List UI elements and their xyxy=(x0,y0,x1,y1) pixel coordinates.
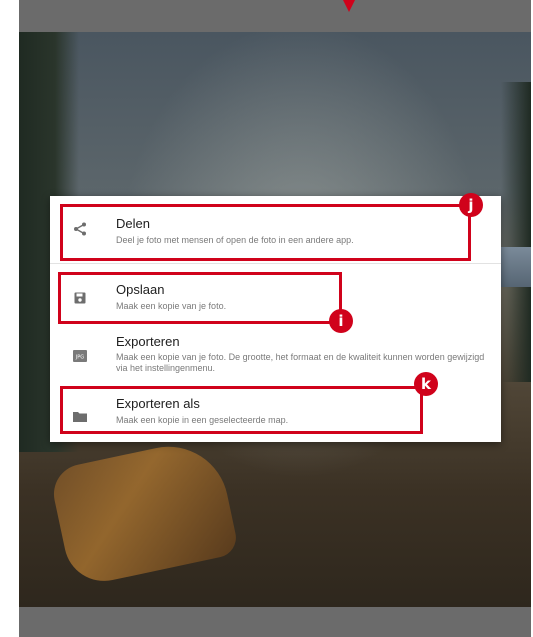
pointer-marker xyxy=(343,0,355,12)
menu-item-description: Maak een kopie van je foto. De grootte, … xyxy=(116,352,485,373)
menu-item-title: Exporteren xyxy=(116,334,180,349)
svg-text:JPG: JPG xyxy=(75,355,84,361)
menu-item-description: Deel je foto met mensen of open de foto … xyxy=(116,235,354,245)
share-icon xyxy=(72,221,88,237)
jpg-file-icon: JPG xyxy=(72,348,88,364)
menu-item-title: Delen xyxy=(116,216,150,231)
save-icon xyxy=(72,290,88,306)
menu-item-title: Opslaan xyxy=(116,282,165,297)
menu-item-delen[interactable]: Delen Deel je foto met mensen of open de… xyxy=(50,196,501,263)
annotation-badge-i: i xyxy=(329,309,353,333)
menu-item-opslaan[interactable]: Opslaan Maak een kopie van je foto. xyxy=(50,264,501,320)
annotation-badge-k: k xyxy=(414,372,438,396)
folder-icon xyxy=(72,408,88,424)
share-save-menu: Delen Deel je foto met mensen of open de… xyxy=(50,196,501,442)
top-bar xyxy=(19,0,531,32)
menu-item-title: Exporteren als xyxy=(116,396,200,411)
bottom-bar xyxy=(19,607,531,637)
menu-item-description: Maak een kopie van je foto. xyxy=(116,301,227,311)
menu-item-exporteren[interactable]: JPG Exporteren Maak een kopie van je fot… xyxy=(50,320,501,380)
annotation-badge-j: j xyxy=(459,193,483,217)
photo-log-bench xyxy=(48,435,240,589)
photo-trees-right xyxy=(501,82,531,382)
menu-item-description: Maak een kopie in een geselecteerde map. xyxy=(116,415,289,425)
